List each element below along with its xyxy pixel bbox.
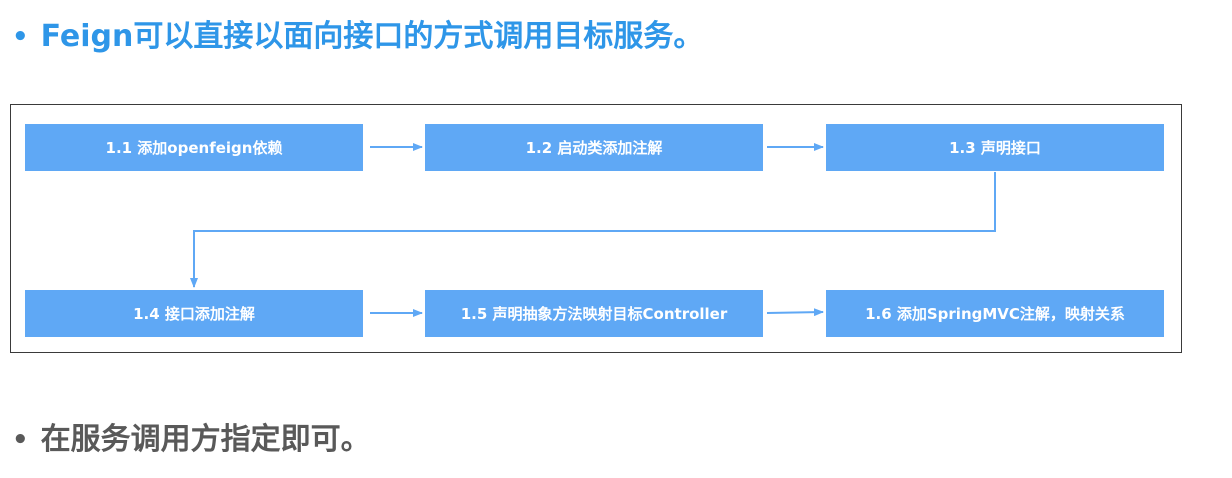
heading-feign-intro-text: Feign可以直接以面向接口的方式调用目标服务。 bbox=[40, 19, 704, 54]
heading-caller-note-text: 在服务调用方指定即可。 bbox=[40, 422, 371, 457]
bullet-icon: • bbox=[12, 425, 29, 455]
flow-step-box: 1.4 接口添加注解 bbox=[25, 290, 363, 337]
flow-step-box: 1.2 启动类添加注解 bbox=[425, 124, 763, 171]
bullet-icon: • bbox=[12, 22, 29, 52]
heading-feign-intro: • Feign可以直接以面向接口的方式调用目标服务。 bbox=[12, 22, 703, 52]
heading-caller-note: • 在服务调用方指定即可。 bbox=[12, 425, 371, 455]
flow-step-box: 1.3 声明接口 bbox=[826, 124, 1164, 171]
flow-step-box: 1.5 声明抽象方法映射目标Controller bbox=[425, 290, 763, 337]
flow-step-box: 1.6 添加SpringMVC注解，映射关系 bbox=[826, 290, 1164, 337]
flow-step-box: 1.1 添加openfeign依赖 bbox=[25, 124, 363, 171]
